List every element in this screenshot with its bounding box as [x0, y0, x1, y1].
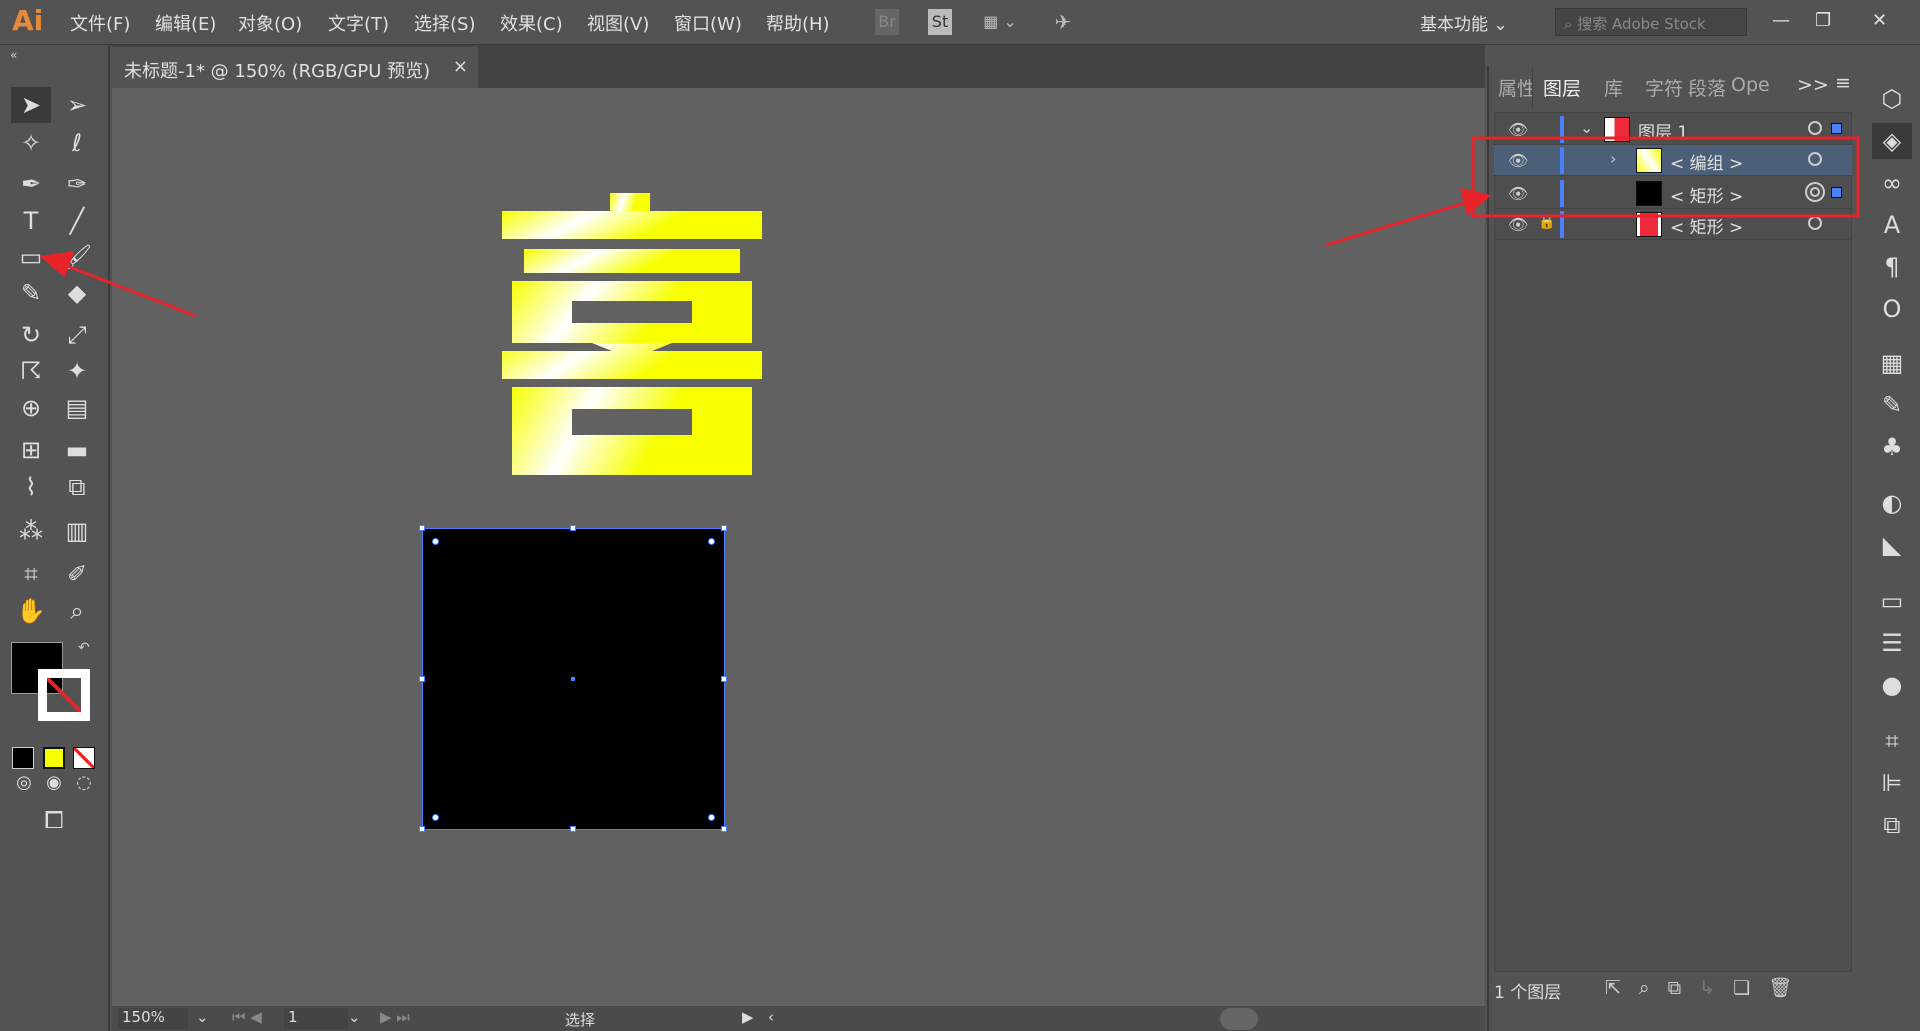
annotation-arrow-layers [1325, 187, 1492, 247]
annotation-overlay [39, 136, 1860, 318]
annotation-highlight-box [1471, 136, 1860, 218]
annotation-arrow-toolbar [39, 251, 197, 318]
